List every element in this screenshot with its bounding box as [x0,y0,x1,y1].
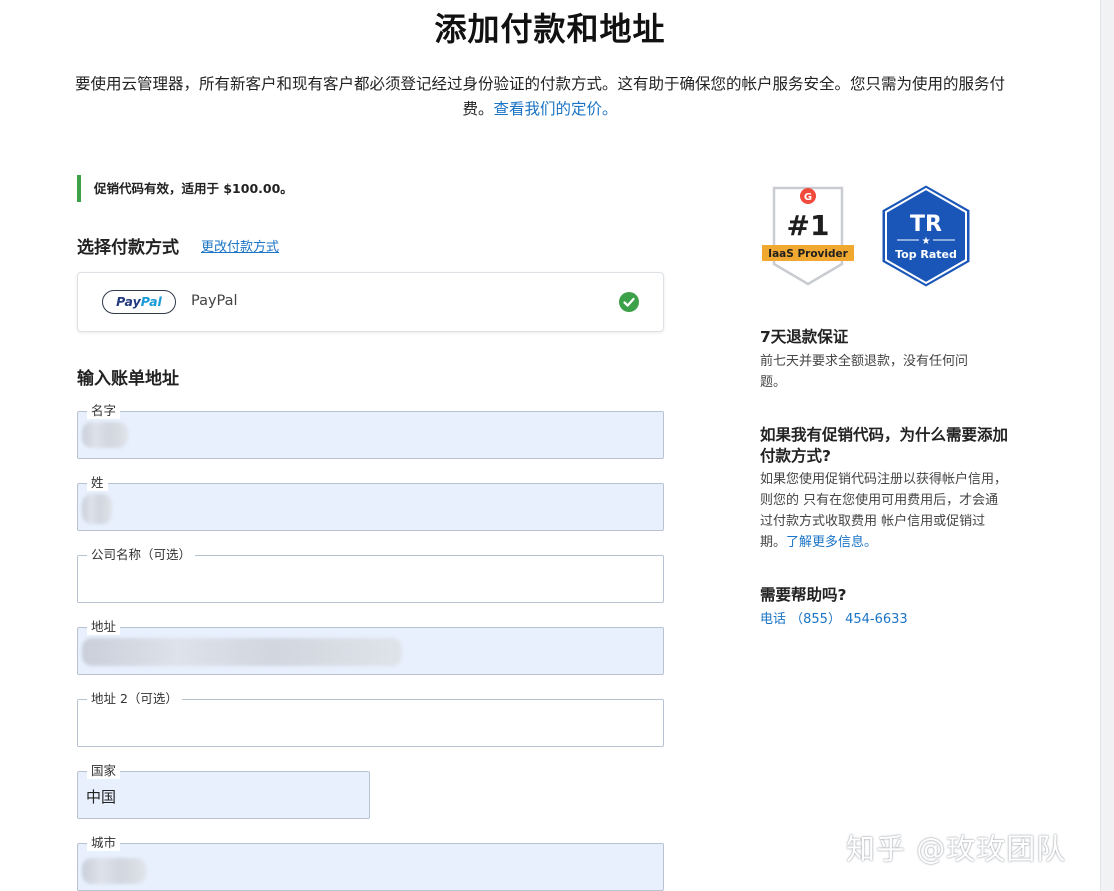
payment-method-label: PayPal [191,293,238,309]
city-field[interactable]: 城市 [77,835,664,891]
address2-field[interactable]: 地址 2（可选） [77,691,664,747]
redacted-value [82,422,128,448]
change-payment-link[interactable]: 更改付款方式 [201,236,279,255]
refund-text: 前七天并要求全额退款，没有任何问题。 [760,354,969,390]
tr-logo-icon: TR [910,212,942,237]
payment-section-title: 选择付款方式 [77,238,179,258]
help-heading: 需要帮助吗? [760,586,847,604]
redacted-value [82,638,402,666]
g2-rank-text: #1 [787,209,830,242]
first-name-field[interactable]: 名字 [77,403,664,459]
paypal-logo: PayPal [102,290,176,314]
country-value: 中国 [86,788,117,806]
redacted-value [82,494,112,524]
learn-more-link[interactable]: 了解更多信息。 [786,535,877,550]
page-scrollbar-track[interactable] [1100,0,1114,891]
payment-method-card[interactable]: PayPal PayPal [77,272,664,332]
promo-faq-text: 如果您使用促销代码注册以获得帐户信用，则您的 只有在您使用可用费用后，才会通过付… [760,472,1008,550]
g2-iaas-provider-badge: G #1 IaaS Provider [762,186,854,286]
address-field[interactable]: 地址 [77,619,664,675]
g2-ribbon-text: IaaS Provider [768,248,848,260]
address2-label: 地址 2（可选） [87,691,182,707]
top-rated-badge: TR ★ Top Rated [881,184,971,288]
company-name-label: 公司名称（可选） [87,547,196,563]
redacted-value [82,858,146,884]
city-label: 城市 [87,835,121,851]
country-label: 国家 [87,763,121,779]
billing-section-title: 输入账单地址 [77,369,179,389]
pricing-link[interactable]: 查看我们的定价。 [494,100,618,118]
first-name-label: 名字 [87,403,121,419]
watermark-text: 知乎 @玫玫团队 [846,832,1067,866]
tr-star-icon: ★ [922,236,931,247]
last-name-field[interactable]: 姓 [77,475,664,531]
g2-logo-text: G [804,192,812,203]
phone-link[interactable]: 电话 （855） 454-6633 [760,609,908,630]
last-name-label: 姓 [87,475,108,491]
page-title: 添加付款和地址 [434,10,666,48]
country-field[interactable]: 国家 中国 [77,763,370,819]
address-label: 地址 [87,619,121,635]
refund-heading: 7天退款保证 [760,328,849,346]
company-name-field[interactable]: 公司名称（可选） [77,547,664,603]
intro-paragraph: 要使用云管理器，所有新客户和现有客户都必须登记经过身份验证的付款方式。这有助于确… [70,72,1010,122]
check-circle-icon [619,292,639,312]
promo-success-banner: 促销代码有效，适用于 $100.00。 [77,175,293,202]
tr-badge-text: Top Rated [895,248,957,261]
promo-faq-heading: 如果我有促销代码，为什么需要添加付款方式? [760,426,1009,465]
